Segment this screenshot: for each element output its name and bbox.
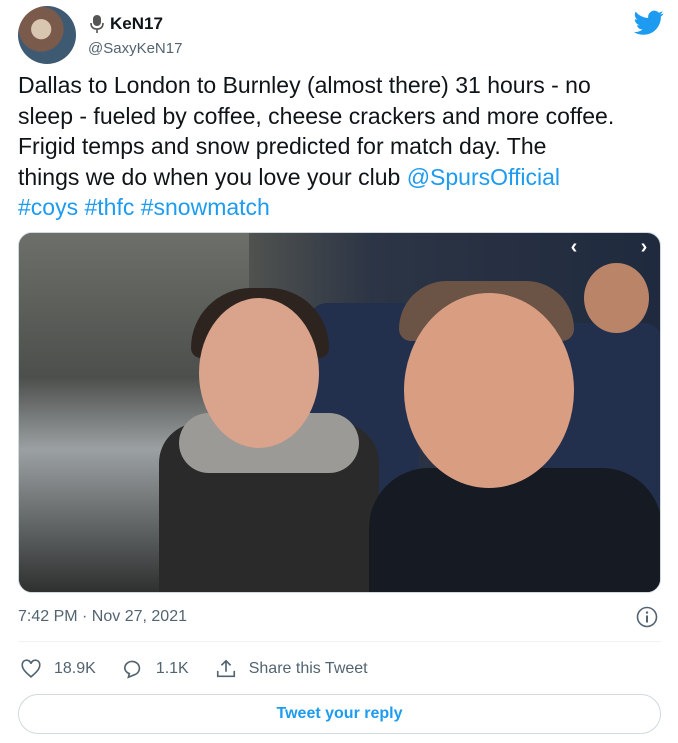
twitter-bird-icon[interactable] <box>634 10 664 36</box>
name-row: KeN17 <box>88 14 163 34</box>
tweet-line: things we do when you love your club @Sp… <box>18 162 668 193</box>
tweet-photo[interactable]: ‹ › <box>18 232 661 593</box>
tweet-reply-button[interactable]: Tweet your reply <box>18 694 661 734</box>
share-icon <box>216 659 235 678</box>
share-action[interactable]: Share this Tweet <box>215 658 368 680</box>
tweet-text: Dallas to London to Burnley (almost ther… <box>18 70 668 223</box>
hashtags-link[interactable]: #coys #thfc #snowmatch <box>18 192 668 223</box>
comment-icon <box>123 660 140 679</box>
microphone-icon <box>90 15 104 33</box>
mention-link[interactable]: @SpursOfficial <box>407 164 560 190</box>
reply-action[interactable]: 1.1K <box>122 658 189 680</box>
tweet-actions: 18.9K 1.1K Share this Tweet <box>20 655 394 683</box>
share-label: Share this Tweet <box>248 660 368 677</box>
chevron-right-icon[interactable]: › <box>631 236 657 258</box>
person-body <box>369 468 660 592</box>
user-handle[interactable]: @SaxyKeN17 <box>88 40 182 57</box>
tweet-line: Dallas to London to Burnley (almost ther… <box>18 72 591 98</box>
reply-count: 1.1K <box>155 660 189 677</box>
divider <box>18 641 661 642</box>
tweet-line-text: things we do when you love your club <box>18 163 407 190</box>
display-name[interactable]: KeN17 <box>110 14 163 34</box>
avatar[interactable] <box>18 6 76 64</box>
like-count: 18.9K <box>54 660 96 677</box>
info-icon[interactable] <box>636 606 658 628</box>
background-person <box>584 263 649 333</box>
chevron-left-icon[interactable]: ‹ <box>561 236 587 258</box>
tweet-line: sleep - fueled by coffee, cheese cracker… <box>18 102 615 129</box>
like-action[interactable]: 18.9K <box>20 658 96 680</box>
person-face <box>404 293 574 488</box>
tweet-line: Frigid temps and snow predicted for matc… <box>18 133 547 159</box>
tweet-header: KeN17 @SaxyKeN17 <box>18 6 666 66</box>
tweet-timestamp[interactable]: 7:42 PM · Nov 27, 2021 <box>18 608 187 626</box>
person-face <box>199 298 319 448</box>
heart-icon <box>21 659 41 678</box>
